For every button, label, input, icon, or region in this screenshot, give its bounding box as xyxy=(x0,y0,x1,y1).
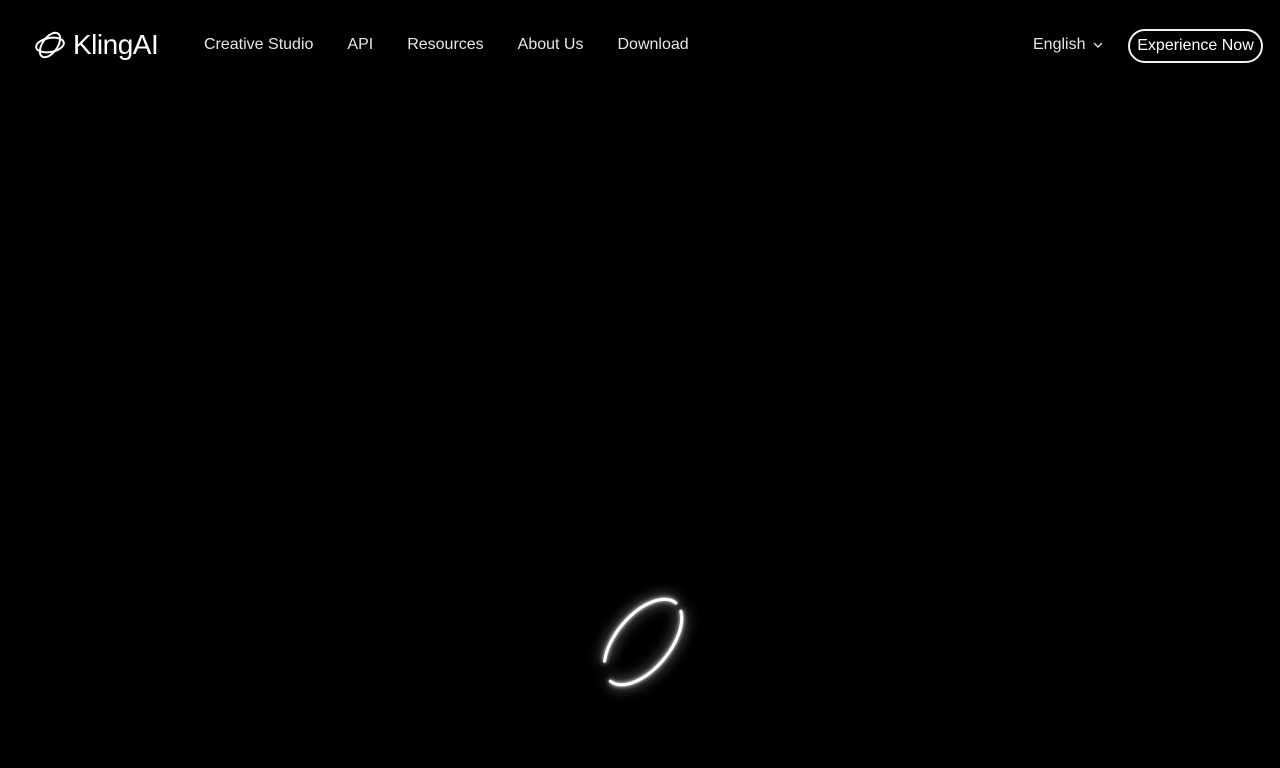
nav-item-about-us[interactable]: About Us xyxy=(518,34,584,56)
nav-item-api[interactable]: API xyxy=(347,34,373,56)
site-header: KlingAI Creative Studio API Resources Ab… xyxy=(0,0,1280,90)
orbit-ring-icon xyxy=(602,597,684,687)
chevron-down-icon xyxy=(1094,42,1103,48)
nav-item-creative-studio[interactable]: Creative Studio xyxy=(204,34,313,56)
main-nav: Creative Studio API Resources About Us D… xyxy=(204,34,723,56)
page: KlingAI Creative Studio API Resources Ab… xyxy=(0,0,1280,768)
experience-now-label: Experience Now xyxy=(1137,37,1254,54)
language-label: English xyxy=(1033,36,1086,53)
language-selector[interactable]: English xyxy=(1033,34,1103,56)
experience-now-button[interactable]: Experience Now xyxy=(1128,29,1263,63)
nav-item-resources[interactable]: Resources xyxy=(407,34,483,56)
nav-item-download[interactable]: Download xyxy=(617,34,688,56)
kling-logo-icon xyxy=(35,31,65,59)
loading-spinner xyxy=(573,572,713,712)
brand-name: KlingAI xyxy=(73,29,159,60)
brand-logo[interactable]: KlingAI xyxy=(33,26,159,64)
